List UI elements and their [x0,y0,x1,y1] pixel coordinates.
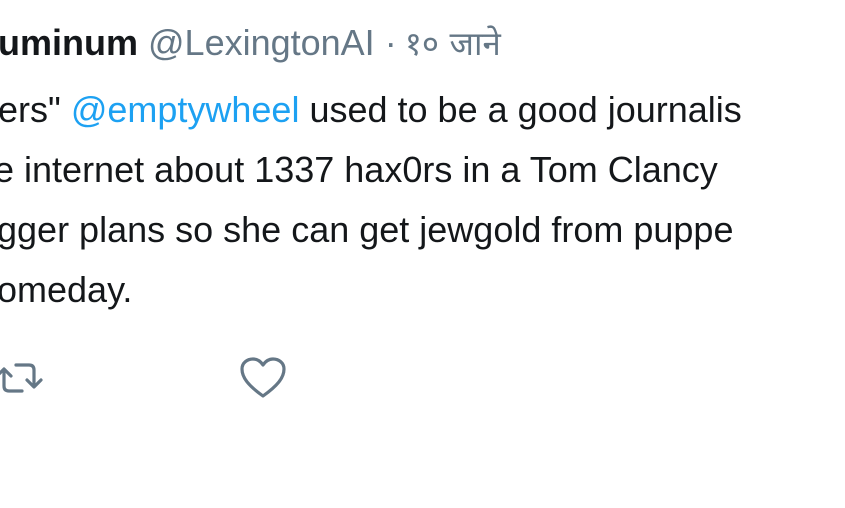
retweet-icon [0,363,43,393]
like-button[interactable] [237,352,289,404]
tweet-text-line: ers" @emptywheel used to be a good journ… [0,80,845,140]
heart-icon [240,357,286,398]
tweet-actions [0,352,845,404]
display-name[interactable]: uminum [0,22,138,63]
retweet-button[interactable] [0,352,52,404]
user-handle[interactable]: @LexingtonAI [148,22,375,63]
text-fragment: ers" [0,89,61,130]
tweet-text: ers" @emptywheel used to be a good journ… [0,80,845,320]
tweet-text-line: omeday. [0,269,133,310]
tweet-text-line: e internet about 1337 hax0rs in a Tom Cl… [0,149,718,190]
tweet-text-line: gger plans so she can get jewgold from p… [0,209,734,250]
tweet: uminum @LexingtonAI · १० जाने ers" @emptywh… [0,0,845,508]
tweet-timestamp[interactable]: १० जाने [405,24,501,63]
text-fragment: used to be a good journalis [309,89,742,130]
separator-dot: · [384,22,397,63]
mention-link[interactable]: @emptywheel [71,89,300,130]
tweet-header: uminum @LexingtonAI · १० जाने [0,19,501,68]
